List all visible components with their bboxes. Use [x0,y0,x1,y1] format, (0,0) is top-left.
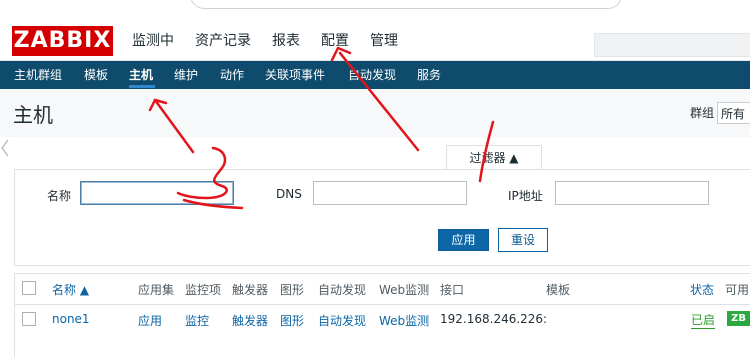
column-header-name[interactable]: 名称 ▲ [52,281,89,298]
filter-dns-label: DNS [276,187,302,201]
active-tab-indicator [129,85,155,88]
zabbix-logo[interactable]: ZABBIX [12,26,113,56]
column-header-graphs: 图形 [280,283,305,297]
chevron-left-icon [1,139,9,157]
filter-name-input[interactable] [80,181,234,205]
filter-tab[interactable]: 过滤器 ▲ [446,145,542,170]
host-status-link[interactable]: 已启 [691,311,716,329]
host-graphs-link[interactable]: 图形 [280,312,304,329]
host-applications-link[interactable]: 应用 [138,312,162,329]
host-interface: 192.168.246.226: [440,312,548,326]
column-header-availability: 可用 [725,283,750,297]
column-header-status[interactable]: 状态 [690,281,714,298]
filter-name-label: 名称 [47,189,72,203]
reset-button[interactable]: 重设 [498,228,548,252]
main-nav-inventory[interactable]: 资产记录 [195,26,261,56]
select-all-checkbox[interactable] [22,281,36,295]
main-nav-administration[interactable]: 管理 [370,26,408,56]
header: ZABBIX 监测中 资产记录 报表 配置 管理 [0,12,750,61]
apply-button[interactable]: 应用 [438,229,489,251]
sub-nav: 主机群组 模板 主机 维护 动作 关联项事件 自动发现 服务 [0,61,750,89]
filter-ip-input[interactable] [555,181,709,205]
host-name-link[interactable]: none1 [52,312,90,326]
top-strip [0,0,750,12]
host-discovery-link[interactable]: 自动发现 [318,312,366,329]
column-header-interface: 接口 [440,283,465,297]
global-search-input[interactable] [594,33,750,57]
column-header-templates: 模板 [546,283,571,297]
title-bar [0,89,750,137]
main-nav-reports[interactable]: 报表 [272,26,310,56]
filter-ip-label: IP地址 [508,189,543,203]
sub-nav-actions[interactable]: 动作 [220,61,244,89]
main-nav-monitoring[interactable]: 监测中 [132,26,184,56]
column-header-triggers: 触发器 [232,283,269,297]
row-divider [14,304,750,305]
main-nav-configuration[interactable]: 配置 [321,26,359,56]
row-checkbox[interactable] [22,312,36,326]
browser-curve [190,0,622,9]
column-header-discovery: 自动发现 [318,283,367,297]
host-items-link[interactable]: 监控 [185,312,209,329]
sub-nav-services[interactable]: 服务 [417,61,441,89]
sub-nav-discovery[interactable]: 自动发现 [348,61,396,89]
group-filter-label: 群组 [690,106,715,120]
main-nav: 监测中 资产记录 报表 配置 管理 [132,26,419,56]
column-header-web: Web监测 [379,283,430,297]
column-header-items: 监控项 [185,283,222,297]
page-title: 主机 [13,103,53,127]
host-availability-badge: ZB [727,311,750,326]
host-web-link[interactable]: Web监测 [379,312,429,329]
sub-nav-maintenance[interactable]: 维护 [174,61,198,89]
sub-nav-host-groups[interactable]: 主机群组 [14,61,62,89]
column-header-applications: 应用集 [138,283,175,297]
sub-nav-templates[interactable]: 模板 [84,61,108,89]
host-triggers-link[interactable]: 触发器 [232,312,268,329]
sub-nav-correlation[interactable]: 关联项事件 [265,61,325,89]
filter-dns-input[interactable] [313,181,467,205]
group-filter-select[interactable]: 所有 [717,102,750,124]
